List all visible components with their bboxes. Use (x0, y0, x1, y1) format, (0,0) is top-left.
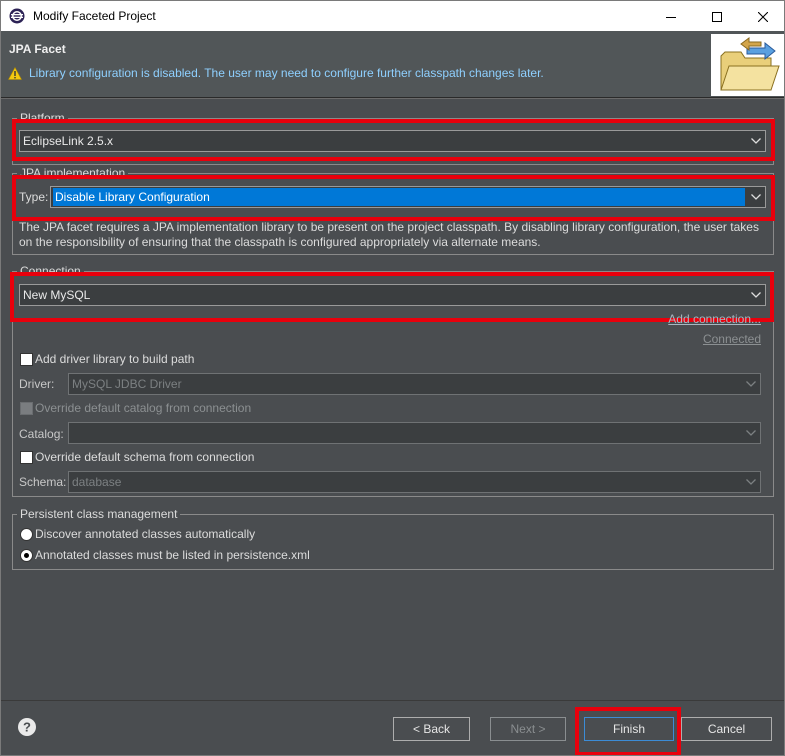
warning-icon (8, 67, 22, 80)
title-bar: Modify Faceted Project (0, 0, 785, 31)
maximize-icon (712, 11, 722, 22)
page-title: JPA Facet (9, 42, 66, 56)
add-driver-label: Add driver library to build path (35, 352, 195, 366)
override-schema-label: Override default schema from connection (35, 450, 255, 464)
minimize-button[interactable] (648, 1, 694, 32)
schema-label: Schema: (19, 475, 67, 489)
driver-combo[interactable]: MySQL JDBC Driver (68, 373, 761, 395)
maximize-button[interactable] (694, 1, 740, 32)
finish-highlight (575, 707, 681, 756)
platform-highlight (12, 119, 775, 161)
minimize-icon (666, 16, 676, 18)
type-highlight (12, 175, 775, 221)
add-connection-link[interactable]: Add connection... (668, 312, 761, 326)
driver-value: MySQL JDBC Driver (72, 377, 182, 391)
svg-text:?: ? (23, 720, 31, 735)
chevron-down-icon (742, 423, 760, 443)
jpa-description: The JPA facet requires a JPA implementat… (19, 220, 759, 249)
override-catalog-checkbox[interactable] (20, 402, 33, 415)
schema-combo[interactable]: database (68, 471, 761, 493)
header-message: Library configuration is disabled. The u… (29, 66, 544, 80)
listed-classes-radio[interactable] (20, 549, 33, 562)
catalog-combo[interactable] (68, 422, 761, 444)
cancel-button[interactable]: Cancel (681, 717, 772, 741)
close-button[interactable] (740, 1, 785, 32)
listed-classes-label: Annotated classes must be listed in pers… (35, 548, 310, 562)
schema-value: database (72, 475, 122, 489)
wizard-header: JPA Facet Library configuration is disab… (1, 31, 784, 97)
eclipse-icon (9, 8, 25, 24)
connection-highlight (10, 272, 774, 322)
catalog-label: Catalog: (19, 427, 64, 441)
back-button[interactable]: < Back (393, 717, 470, 741)
driver-label: Driver: (19, 377, 55, 391)
connect-link[interactable]: Connected (703, 332, 761, 346)
window-title: Modify Faceted Project (33, 9, 156, 23)
footer-separator (1, 700, 784, 701)
chevron-down-icon (742, 374, 760, 394)
discover-classes-label: Discover annotated classes automatically (35, 527, 256, 541)
help-icon[interactable]: ? (17, 717, 37, 737)
next-button[interactable]: Next > (490, 717, 566, 741)
discover-classes-radio[interactable] (20, 528, 33, 541)
close-icon (758, 11, 768, 22)
add-driver-checkbox[interactable] (20, 353, 33, 366)
override-catalog-label: Override default catalog from connection (35, 401, 252, 415)
folder-banner-icon (711, 34, 784, 96)
persistence-legend: Persistent class management (17, 507, 181, 521)
header-separator-light (1, 98, 784, 99)
override-schema-checkbox[interactable] (20, 451, 33, 464)
chevron-down-icon (742, 472, 760, 492)
